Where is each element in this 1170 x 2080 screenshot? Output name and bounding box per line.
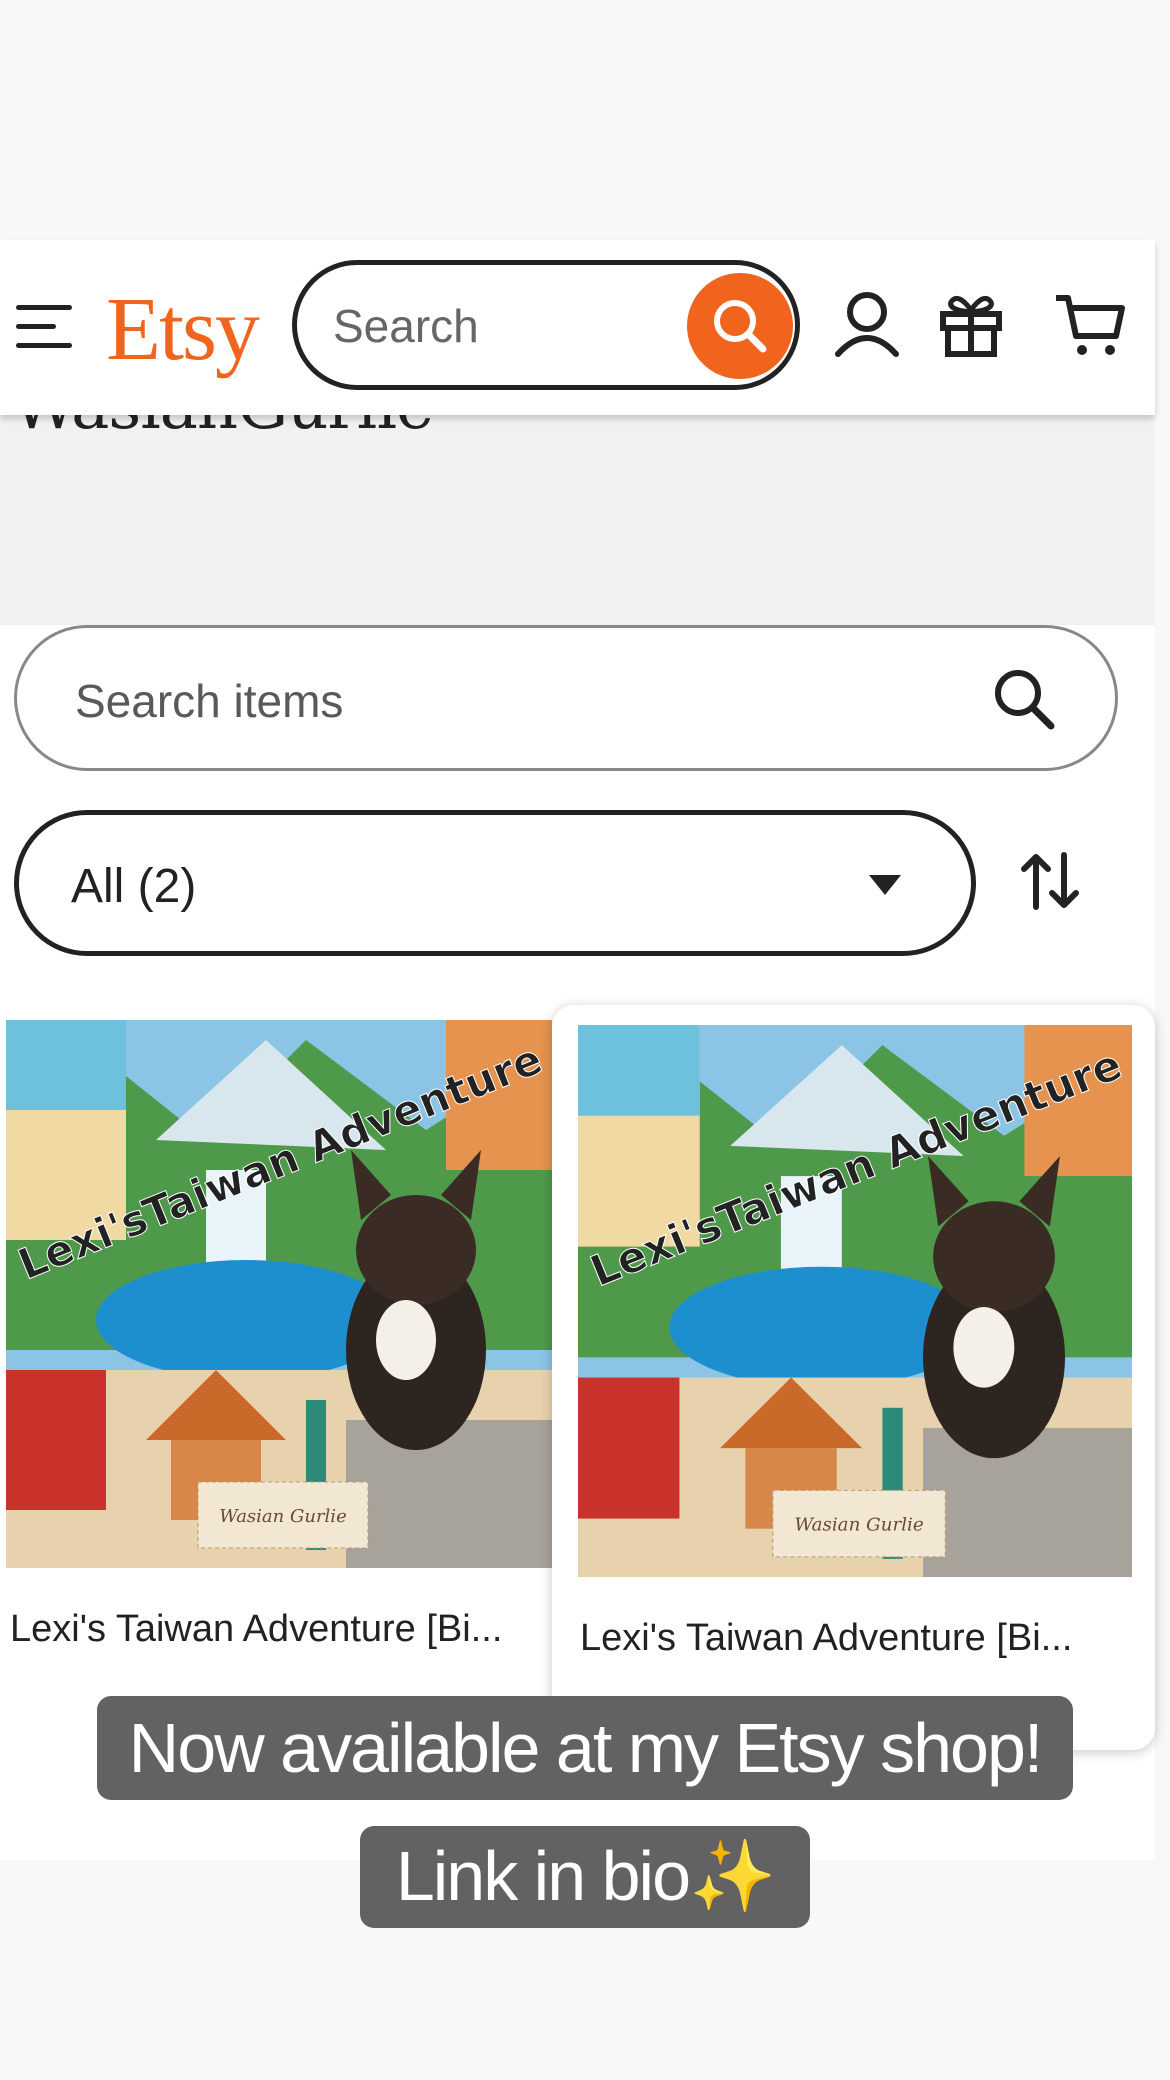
listing-image[interactable]: Wasian Gurlie Lexi'sTaiwan Adventure	[578, 1025, 1132, 1577]
menu-icon[interactable]	[16, 305, 72, 349]
section-filter-value: All (2)	[71, 860, 197, 913]
item-search-field[interactable]: Search items	[14, 625, 1118, 771]
account-icon[interactable]	[832, 288, 902, 358]
search-icon	[714, 300, 767, 353]
gift-icon[interactable]	[936, 288, 1006, 358]
story-caption-line-2: Link in bio✨	[0, 1826, 1170, 1928]
etsy-logo[interactable]: Etsy	[106, 278, 260, 381]
listing-title[interactable]: Lexi's Taiwan Adventure [Bi...	[580, 1617, 1136, 1660]
listing-illustration: Wasian Gurlie Lexi'sTaiwan Adventure	[6, 1020, 552, 1568]
cart-icon[interactable]	[1052, 288, 1128, 358]
search-icon[interactable]	[991, 666, 1057, 732]
shop-content: Search items All (2) Wasian Gurlie Lexi'…	[0, 625, 1155, 1860]
listing-stamp: Wasian Gurlie	[219, 1506, 346, 1527]
story-caption-line-1: Now available at my Etsy shop!	[0, 1696, 1170, 1800]
listing-illustration: Wasian Gurlie Lexi'sTaiwan Adventure	[578, 1025, 1132, 1577]
section-filter-select[interactable]: All (2)	[14, 810, 976, 956]
site-search-field[interactable]: Search	[292, 260, 800, 390]
item-search-input[interactable]: Search items	[75, 674, 343, 728]
shop-name-area: WasianGurlie	[0, 370, 1155, 625]
search-button[interactable]	[687, 273, 793, 379]
caption-text: Now available at my Etsy shop!	[96, 1696, 1074, 1800]
site-search-input[interactable]: Search	[333, 299, 479, 353]
caption-text: Link in bio✨	[359, 1826, 811, 1928]
listing-card[interactable]: Wasian Gurlie Lexi'sTaiwan Adventure Lex…	[0, 1010, 552, 1650]
sort-icon[interactable]	[1016, 847, 1084, 915]
listing-card[interactable]: Wasian Gurlie Lexi'sTaiwan Adventure Lex…	[552, 1005, 1155, 1750]
listing-stamp: Wasian Gurlie	[794, 1515, 923, 1536]
listing-image[interactable]: Wasian Gurlie Lexi'sTaiwan Adventure	[6, 1020, 552, 1568]
caret-down-icon	[869, 875, 901, 895]
listing-title[interactable]: Lexi's Taiwan Adventure [Bi...	[10, 1608, 552, 1651]
site-header: Etsy Search	[0, 240, 1155, 415]
